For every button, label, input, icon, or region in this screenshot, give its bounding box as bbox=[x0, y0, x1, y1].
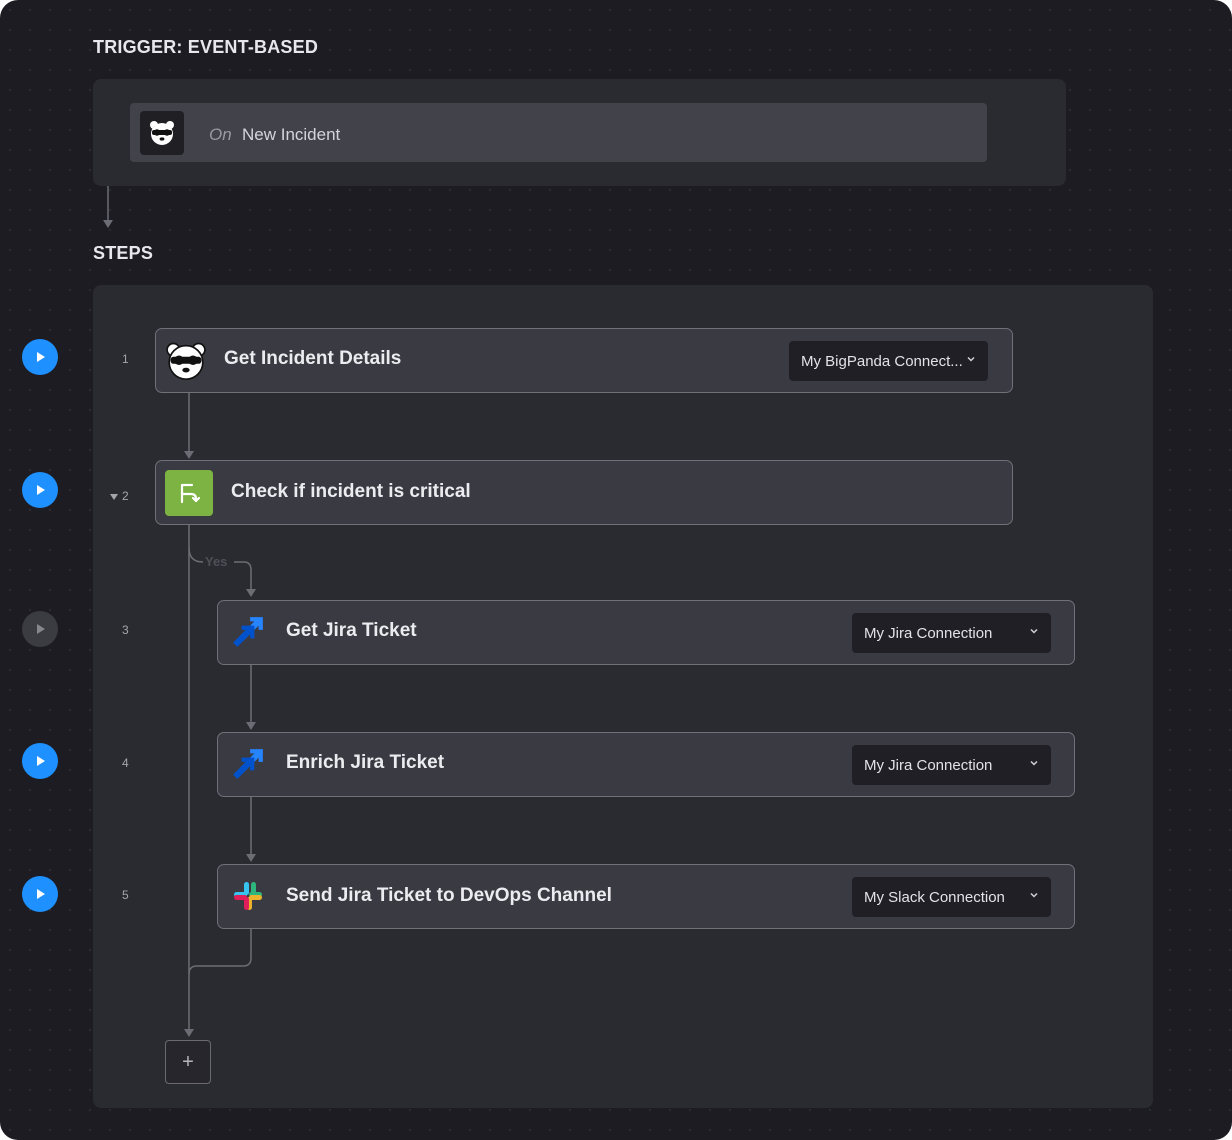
jira-icon bbox=[231, 615, 265, 654]
run-step-1-button[interactable] bbox=[22, 339, 58, 375]
collapse-caret-icon[interactable] bbox=[109, 493, 119, 501]
step-4-connection-select[interactable]: My Jira Connection bbox=[852, 745, 1051, 785]
run-step-3-button[interactable] bbox=[22, 611, 58, 647]
step-3-number: 3 bbox=[122, 623, 129, 637]
step-1-number: 1 bbox=[122, 352, 129, 366]
play-icon bbox=[37, 756, 45, 766]
step-3-connection-select[interactable]: My Jira Connection bbox=[852, 613, 1051, 653]
step-4-title: Enrich Jira Ticket bbox=[286, 752, 445, 773]
chevron-down-icon bbox=[1030, 760, 1038, 766]
slack-icon bbox=[232, 880, 264, 917]
workflow-canvas: TRIGGER: EVENT-BASED On New Incident STE… bbox=[0, 0, 1232, 1140]
step-5-connection-select[interactable]: My Slack Connection bbox=[852, 877, 1051, 917]
chevron-down-icon bbox=[1030, 628, 1038, 634]
run-step-4-button[interactable] bbox=[22, 743, 58, 779]
play-icon bbox=[37, 889, 45, 899]
jira-icon bbox=[231, 747, 265, 786]
run-step-5-button[interactable] bbox=[22, 876, 58, 912]
bigpanda-icon bbox=[165, 340, 207, 387]
step-5-title: Send Jira Ticket to DevOps Channel bbox=[286, 885, 612, 906]
step-5-number: 5 bbox=[122, 888, 129, 902]
step-1-connection-select[interactable]: My BigPanda Connect... bbox=[789, 341, 988, 381]
step-4-connection-value: My Jira Connection bbox=[864, 756, 993, 774]
step-connectors bbox=[184, 393, 256, 1037]
chevron-down-icon bbox=[967, 356, 975, 362]
step-5-connection-value: My Slack Connection bbox=[864, 888, 1005, 906]
chevron-down-icon bbox=[1030, 892, 1038, 898]
step-1-title: Get Incident Details bbox=[224, 348, 402, 369]
play-icon bbox=[37, 485, 45, 495]
step-3-title: Get Jira Ticket bbox=[286, 620, 417, 641]
play-icon bbox=[37, 624, 45, 634]
step-4-number: 4 bbox=[122, 756, 129, 770]
add-step-button[interactable]: + bbox=[165, 1040, 211, 1084]
step-3-connection-value: My Jira Connection bbox=[864, 624, 993, 642]
branch-yes-label: Yes bbox=[205, 554, 228, 569]
play-icon bbox=[37, 352, 45, 362]
branch-icon bbox=[165, 470, 213, 516]
step-1-connection-value: My BigPanda Connect... bbox=[801, 352, 963, 370]
run-step-2-button[interactable] bbox=[22, 472, 58, 508]
step-2-number: 2 bbox=[122, 489, 129, 503]
step-2-title: Check if incident is critical bbox=[231, 481, 471, 502]
